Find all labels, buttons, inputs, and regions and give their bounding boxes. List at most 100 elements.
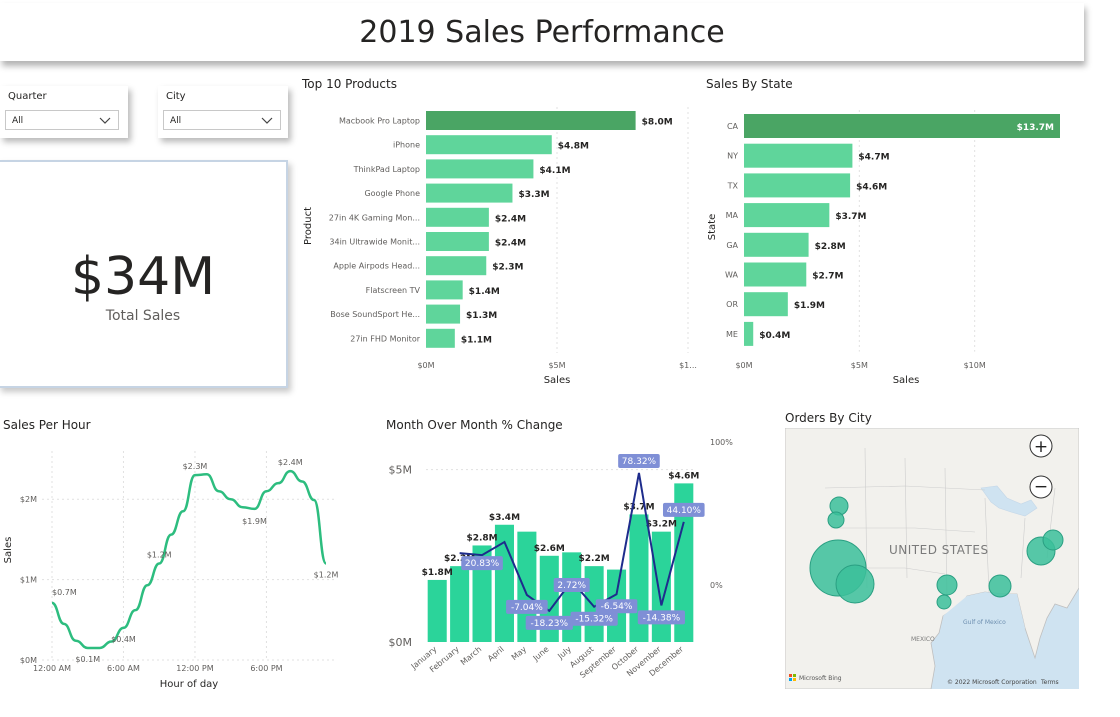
total-sales-value: $34M <box>70 247 216 307</box>
y2-tick-label: 0% <box>710 581 723 590</box>
top-products-xlabel: Sales <box>544 375 571 386</box>
chevron-down-icon[interactable] <box>260 114 274 126</box>
point-label: $2.4M <box>278 458 303 467</box>
bar[interactable] <box>426 159 534 179</box>
bar[interactable] <box>450 566 470 642</box>
sales-per-hour-title: Sales Per Hour <box>3 418 91 432</box>
bar[interactable] <box>426 183 513 203</box>
x-tick-label: July <box>555 644 573 661</box>
x-tick-label: $5M <box>548 361 565 370</box>
zoom-out-icon[interactable]: − <box>1034 477 1048 497</box>
point-label: $0.4M <box>111 635 136 644</box>
bar[interactable] <box>427 579 447 642</box>
point-label: $1.2M <box>147 551 172 560</box>
bar[interactable] <box>426 207 489 227</box>
data-label: $2.8M <box>466 533 497 543</box>
bar[interactable] <box>426 111 636 130</box>
x-tick-label: $0M <box>735 361 752 370</box>
change-tag-label: -15.32% <box>575 615 613 625</box>
city-bubble[interactable] <box>936 574 958 596</box>
x-tick-label: 12:00 AM <box>33 664 71 673</box>
data-label: $4.6M <box>668 471 699 481</box>
bar[interactable] <box>744 143 853 168</box>
category-label: 27in 4K Gaming Mon... <box>329 213 420 222</box>
quarter-dropdown[interactable]: All <box>5 110 119 130</box>
category-label: TX <box>727 181 739 190</box>
bar[interactable] <box>426 304 461 324</box>
change-tag-label: 20.83% <box>465 559 500 569</box>
category-label: GA <box>726 241 738 250</box>
orders-map[interactable]: UNITED STATES Gulf of Mexico MEXICO + − … <box>785 428 1079 689</box>
change-tag-label: 2.72% <box>557 581 586 591</box>
x-tick-label: $5M <box>851 361 868 370</box>
city-bubble[interactable] <box>1042 529 1064 551</box>
category-label: Macbook Pro Laptop <box>339 117 420 126</box>
data-label: $1.8M <box>422 568 453 578</box>
zoom-in-icon[interactable]: + <box>1034 437 1048 457</box>
sales-by-state-ylabel: State <box>707 214 718 240</box>
city-bubble[interactable] <box>988 574 1012 598</box>
bar[interactable] <box>426 280 463 300</box>
orders-by-city-title: Orders By City <box>785 411 872 425</box>
x-tick-label: March <box>459 645 483 668</box>
city-dropdown[interactable]: All <box>163 110 281 130</box>
city-slicer[interactable]: City All <box>158 86 288 138</box>
map-attribution: © 2022 Microsoft Corporation <box>947 679 1037 686</box>
city-bubble[interactable] <box>835 564 875 604</box>
data-label: $2.8M <box>815 242 846 252</box>
bar[interactable] <box>744 262 807 287</box>
bar[interactable] <box>744 232 809 257</box>
x-tick-label: 6:00 PM <box>250 664 282 673</box>
map-gulf-label: Gulf of Mexico <box>963 619 1006 626</box>
zoom-out-button[interactable]: − <box>1029 475 1053 499</box>
point-label: $2.3M <box>183 462 208 471</box>
bar[interactable] <box>426 232 489 251</box>
bar[interactable] <box>744 114 1060 138</box>
bar[interactable] <box>651 531 671 642</box>
map-mexico-label: MEXICO <box>911 636 935 643</box>
data-label: $1.1M <box>461 335 492 345</box>
city-slicer-label: City <box>166 91 186 102</box>
category-label: iPhone <box>393 141 420 150</box>
city-bubble[interactable] <box>936 594 952 610</box>
bar[interactable] <box>744 203 830 228</box>
point-label: $1.2M <box>314 571 339 580</box>
top-products-chart: $0M $5M $1... Macbook Pro Laptop $8.0M iPhon… <box>303 107 697 386</box>
category-label: Bose SoundSport He... <box>330 310 420 319</box>
bing-text: Microsoft Bing <box>799 675 842 682</box>
data-label: $4.1M <box>539 166 570 176</box>
map-canvas[interactable]: UNITED STATES Gulf of Mexico MEXICO + − … <box>785 428 1079 689</box>
point-label: $0.7M <box>52 588 77 597</box>
chevron-down-icon[interactable] <box>98 114 112 126</box>
y-tick-label: $0M <box>389 636 413 649</box>
bar[interactable] <box>426 256 487 276</box>
data-label: $3.4M <box>489 513 520 523</box>
category-label: ME <box>726 330 738 339</box>
data-label: $4.8M <box>558 142 589 152</box>
change-tag-label: -18.23% <box>531 619 569 629</box>
report-title-card: 2019 Sales Performance <box>0 3 1084 61</box>
bar[interactable] <box>744 321 754 346</box>
map-terms-link[interactable]: Terms <box>1040 679 1059 686</box>
category-label: MA <box>726 211 739 220</box>
x-tick-label: 6:00 AM <box>107 664 140 673</box>
total-sales-label: Total Sales <box>105 308 181 324</box>
sales-per-hour-chart: $0M$1M$2M12:00 AM 6:00 AM 12:00 PM 6:00 PM … <box>3 451 339 690</box>
point-label: $1.9M <box>242 517 267 526</box>
sales-line[interactable] <box>51 469 328 650</box>
city-bubble[interactable] <box>827 511 845 529</box>
zoom-in-button[interactable]: + <box>1029 434 1053 458</box>
sales-by-state-chart: $0M $5M $10M CA $13.7M NY $4.7M TX $4.6M MA $3.7M… <box>707 110 1060 386</box>
bar[interactable] <box>426 328 455 348</box>
quarter-slicer[interactable]: Quarter All <box>0 86 128 138</box>
data-label: $2.4M <box>495 214 526 224</box>
y-tick-label: $1M <box>20 576 37 585</box>
bar[interactable] <box>744 292 788 317</box>
quarter-dropdown-value: All <box>12 116 24 126</box>
data-label: $3.2M <box>646 520 677 530</box>
bar[interactable] <box>744 173 851 198</box>
top-products-title: Top 10 Products <box>302 77 397 91</box>
bar[interactable] <box>426 135 552 155</box>
data-label: $4.7M <box>858 153 889 163</box>
point-label: $0.1M <box>75 655 100 664</box>
